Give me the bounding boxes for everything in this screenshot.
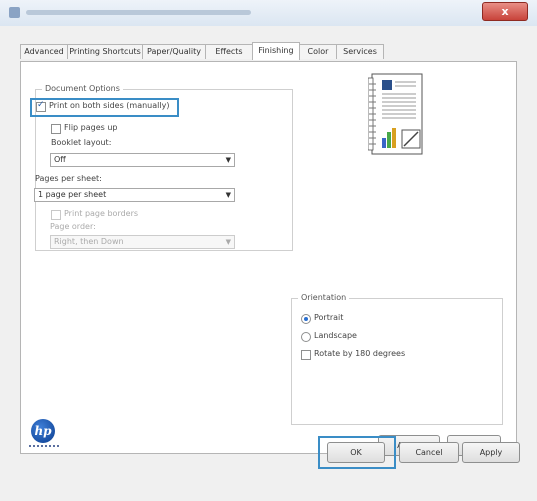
title-bar: x xyxy=(0,0,537,27)
booklet-layout-select[interactable]: Off ▼ xyxy=(50,153,235,167)
window-title xyxy=(26,10,251,15)
tab-advanced[interactable]: Advanced xyxy=(20,44,68,59)
portrait-label: Portrait xyxy=(314,313,344,322)
orientation-legend: Orientation xyxy=(298,293,350,302)
landscape-label: Landscape xyxy=(314,331,357,340)
ok-button[interactable]: OK xyxy=(327,442,385,463)
flip-pages-up-checkbox[interactable] xyxy=(51,124,61,134)
rotate-180-checkbox[interactable] xyxy=(301,350,311,360)
booklet-layout-value: Off xyxy=(54,155,66,164)
tab-paper-quality[interactable]: Paper/Quality xyxy=(142,44,206,59)
cancel-button[interactable]: Cancel xyxy=(399,442,459,463)
print-both-sides-checkbox[interactable] xyxy=(36,100,46,112)
hp-logo-underline xyxy=(29,445,59,447)
tab-color[interactable]: Color xyxy=(299,44,337,59)
booklet-layout-label: Booklet layout: xyxy=(51,138,112,147)
pages-per-sheet-value: 1 page per sheet xyxy=(38,190,107,199)
chevron-down-icon: ▼ xyxy=(225,191,231,199)
tab-effects[interactable]: Effects xyxy=(205,44,253,59)
apply-button[interactable]: Apply xyxy=(462,442,520,463)
finishing-panel: Document Options Print on both sides (ma… xyxy=(20,61,517,456)
printer-properties-dialog: Advanced Printing Shortcuts Paper/Qualit… xyxy=(0,26,537,501)
tab-finishing[interactable]: Finishing xyxy=(252,42,300,60)
print-both-sides-label: Print on both sides (manually) xyxy=(49,101,170,110)
tab-printing-shortcuts[interactable]: Printing Shortcuts xyxy=(67,44,143,59)
chevron-down-icon: ▼ xyxy=(225,156,231,164)
page-order-label: Page order: xyxy=(50,222,96,231)
printer-icon xyxy=(9,7,20,18)
flip-pages-up-label: Flip pages up xyxy=(64,123,118,132)
pages-per-sheet-select[interactable]: 1 page per sheet ▼ xyxy=(34,188,235,202)
page-order-value: Right, then Down xyxy=(54,237,124,246)
page-order-select[interactable]: Right, then Down ▼ xyxy=(50,235,235,249)
document-options-legend: Document Options xyxy=(42,84,123,93)
print-page-borders-label: Print page borders xyxy=(64,209,139,218)
chevron-down-icon: ▼ xyxy=(225,238,231,246)
rotate-180-label: Rotate by 180 degrees xyxy=(314,349,406,358)
pages-per-sheet-label: Pages per sheet: xyxy=(35,174,102,183)
close-button[interactable]: x xyxy=(482,2,528,21)
print-page-borders-checkbox[interactable] xyxy=(51,210,61,220)
hp-logo: hp xyxy=(31,419,55,443)
document-preview-icon xyxy=(368,73,423,155)
tab-services[interactable]: Services xyxy=(336,44,384,59)
landscape-radio[interactable] xyxy=(301,332,311,342)
portrait-radio[interactable] xyxy=(301,314,311,324)
